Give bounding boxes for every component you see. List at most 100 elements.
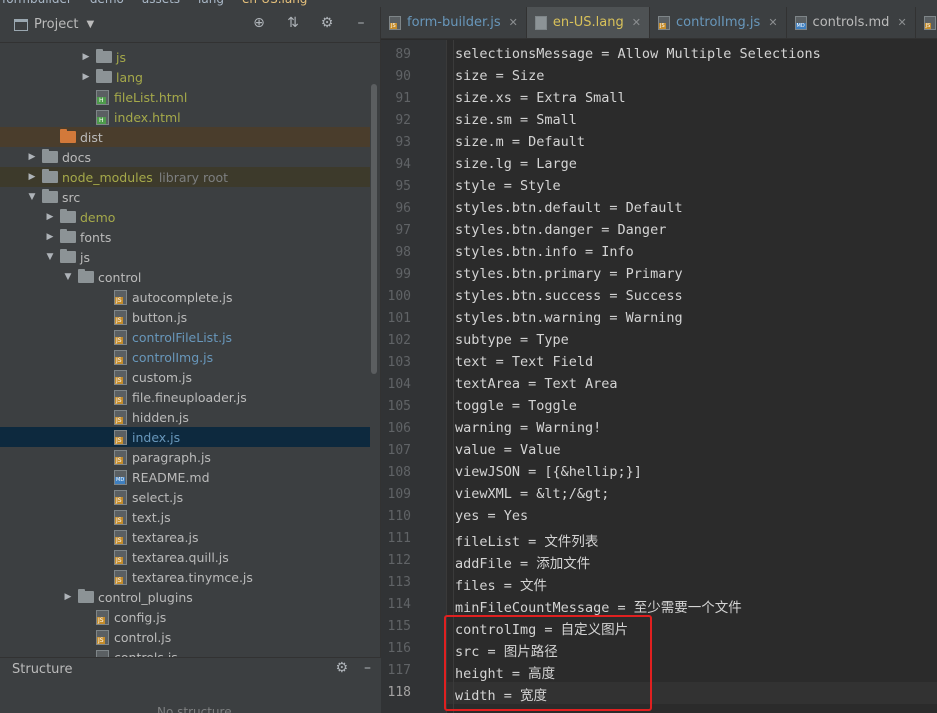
breadcrumb-item[interactable]: assets xyxy=(142,0,180,6)
code-line[interactable]: styles.btn.default = Default xyxy=(455,200,683,216)
expand-right-icon[interactable]: ▶ xyxy=(44,212,56,222)
tree-item[interactable]: fileList.html xyxy=(0,87,370,107)
tree-item[interactable]: ▶ js xyxy=(0,47,370,67)
line-number: 89 xyxy=(395,47,411,62)
tree-item-label: textarea.js xyxy=(132,529,199,545)
close-icon[interactable]: ✕ xyxy=(509,16,518,29)
code-line[interactable]: warning = Warning! xyxy=(455,420,601,436)
code-line[interactable]: styles.btn.danger = Danger xyxy=(455,222,666,238)
tree-item-label: index.js xyxy=(132,429,181,445)
editor-tab[interactable]: controls.md ✕ xyxy=(787,7,916,38)
code-line[interactable]: files = 文件 xyxy=(455,574,547,594)
code-line[interactable]: yes = Yes xyxy=(455,508,528,524)
expand-right-icon[interactable]: ▶ xyxy=(44,232,56,242)
code-line[interactable]: viewXML = &lt;/&gt; xyxy=(455,486,609,502)
breadcrumb-item[interactable]: formbuilder xyxy=(2,0,72,6)
tree-item[interactable]: textarea.quill.js xyxy=(0,547,370,567)
tree-item[interactable]: ▼ src xyxy=(0,187,370,207)
editor-tab[interactable]: controlImg.js ✕ xyxy=(650,7,787,38)
tree-item[interactable]: custom.js xyxy=(0,367,370,387)
tree-item[interactable]: ▶ node_modules library root xyxy=(0,167,370,187)
tree-item[interactable]: ▼ control xyxy=(0,267,370,287)
tree-item[interactable]: ▶ fonts xyxy=(0,227,370,247)
line-number: 111 xyxy=(387,531,411,546)
breadcrumb-item[interactable]: en-US.lang xyxy=(242,0,307,6)
code-line[interactable]: selectionsMessage = Allow Multiple Selec… xyxy=(455,46,821,62)
code-line[interactable]: styles.btn.warning = Warning xyxy=(455,310,683,326)
tree-item[interactable]: index.js xyxy=(0,427,370,447)
editor-tab[interactable]: en-US.lang ✕ xyxy=(526,7,650,38)
hide-icon[interactable]: – xyxy=(352,15,370,31)
code-line[interactable]: textArea = Text Area xyxy=(455,376,618,392)
chevron-down-icon[interactable]: ▼ xyxy=(86,19,94,30)
breadcrumb-item[interactable]: lang xyxy=(198,0,224,6)
tree-item[interactable]: paragraph.js xyxy=(0,447,370,467)
code-line[interactable]: size.lg = Large xyxy=(455,156,577,172)
code-line[interactable]: addFile = 添加文件 xyxy=(455,552,590,572)
tree-item[interactable]: ▶ lang xyxy=(0,67,370,87)
tree-item[interactable]: textarea.js xyxy=(0,527,370,547)
tree-item[interactable]: textarea.tinymce.js xyxy=(0,567,370,587)
tree-item[interactable]: file.fineuploader.js xyxy=(0,387,370,407)
tree-item[interactable]: controlFileList.js xyxy=(0,327,370,347)
tree-item[interactable]: button.js xyxy=(0,307,370,327)
code-line[interactable]: size.m = Default xyxy=(455,134,585,150)
tree-scrollbar[interactable] xyxy=(370,44,378,664)
expand-right-icon[interactable]: ▶ xyxy=(80,52,92,62)
tree-item[interactable]: ▶ demo xyxy=(0,207,370,227)
code-line[interactable]: size = Size xyxy=(455,68,544,84)
breadcrumb-item[interactable]: demo xyxy=(90,0,124,6)
tree-item[interactable]: ▶ control_plugins xyxy=(0,587,370,607)
code-area[interactable]: selectionsMessage = Allow Multiple Selec… xyxy=(447,40,937,713)
code-line[interactable]: subtype = Type xyxy=(455,332,569,348)
code-line[interactable]: size.sm = Small xyxy=(455,112,577,128)
tree-item[interactable]: ▼ js xyxy=(0,247,370,267)
code-line[interactable]: fileList = 文件列表 xyxy=(455,530,598,550)
code-line[interactable]: styles.btn.info = Info xyxy=(455,244,634,260)
expand-down-icon[interactable]: ▼ xyxy=(62,272,74,282)
tree-item[interactable]: control.js xyxy=(0,627,370,647)
gear-icon[interactable]: ⚙ xyxy=(318,15,336,31)
tree-item[interactable]: index.html xyxy=(0,107,370,127)
code-line[interactable]: styles.btn.success = Success xyxy=(455,288,683,304)
project-tree[interactable]: ▶ js ▶ lang fileList.html index.html dist ▶ docs… xyxy=(0,44,370,664)
code-line[interactable]: viewJSON = [{&hellip;}] xyxy=(455,464,642,480)
js-file-icon xyxy=(114,349,127,365)
scrollbar-thumb[interactable] xyxy=(371,84,377,374)
expand-right-icon[interactable]: ▶ xyxy=(80,72,92,82)
split-icon[interactable]: ⇅ xyxy=(284,15,302,31)
hide-icon[interactable]: – xyxy=(364,660,371,676)
code-line[interactable]: styles.btn.primary = Primary xyxy=(455,266,683,282)
close-icon[interactable]: ✕ xyxy=(632,16,641,29)
tree-item[interactable]: hidden.js xyxy=(0,407,370,427)
code-line[interactable]: size.xs = Extra Small xyxy=(455,90,626,106)
tree-item[interactable]: config.js xyxy=(0,607,370,627)
folder-icon xyxy=(42,169,58,183)
editor-tab[interactable]: form-builder.js ✕ xyxy=(381,7,527,38)
expand-right-icon[interactable]: ▶ xyxy=(26,152,38,162)
expand-down-icon[interactable]: ▼ xyxy=(26,192,38,202)
line-number-gutter: 89 90 91 92 93 94 95 96 97 98 99 100 101 102 103 104 105… xyxy=(381,40,447,713)
expand-right-icon[interactable]: ▶ xyxy=(62,592,74,602)
gear-icon[interactable]: ⚙ xyxy=(335,660,348,676)
tree-item[interactable]: controlImg.js xyxy=(0,347,370,367)
editor-tab[interactable]: utils.js xyxy=(916,7,937,38)
tree-item-label: src xyxy=(62,189,81,205)
project-title[interactable]: Project xyxy=(34,17,78,32)
code-line[interactable]: toggle = Toggle xyxy=(455,398,577,414)
close-icon[interactable]: ✕ xyxy=(897,16,906,29)
code-line[interactable]: text = Text Field xyxy=(455,354,593,370)
expand-right-icon[interactable]: ▶ xyxy=(26,172,38,182)
tree-item[interactable]: autocomplete.js xyxy=(0,287,370,307)
code-line[interactable]: style = Style xyxy=(455,178,561,194)
locate-icon[interactable]: ⊕ xyxy=(250,15,268,31)
tree-item[interactable]: ▶ docs xyxy=(0,147,370,167)
tree-item[interactable]: text.js xyxy=(0,507,370,527)
tree-item[interactable]: select.js xyxy=(0,487,370,507)
close-icon[interactable]: ✕ xyxy=(768,16,777,29)
code-line[interactable]: value = Value xyxy=(455,442,561,458)
code-line[interactable]: minFileCountMessage = 至少需要一个文件 xyxy=(455,596,742,616)
expand-down-icon[interactable]: ▼ xyxy=(44,252,56,262)
tree-item[interactable]: dist xyxy=(0,127,370,147)
tree-item[interactable]: README.md xyxy=(0,467,370,487)
